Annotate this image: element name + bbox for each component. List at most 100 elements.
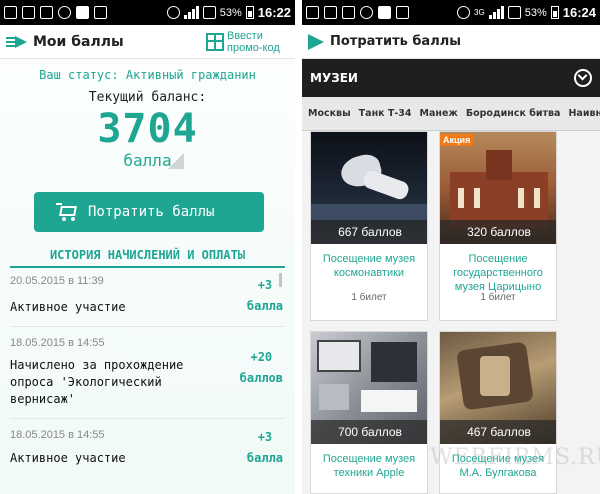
history-date: 18.05.2015 в 14:55 [10,429,105,441]
search-icon [360,6,373,19]
battery-percent: 53% [219,6,242,19]
page-title: Потратить баллы [330,34,461,49]
points-value: +3 [257,278,273,292]
history-points: +20 баллов [240,347,283,389]
mail-icon [342,6,355,19]
corner-decoration [168,153,184,169]
history-description: Начислено за прохождение опроса 'Экологи… [10,358,184,406]
balance-unit-row: балла [0,151,295,171]
promo-badge: Акция [440,134,474,146]
signal-icon [488,6,504,19]
category-selector[interactable]: МУЗЕИ [302,59,600,97]
balance-unit: балла [123,151,172,170]
card-image: 467 баллов [440,332,556,444]
balance-panel: Ваш статус: Активный гражданин Текущий б… [0,59,295,494]
tab-borodino[interactable]: Бородинск битва [466,108,561,119]
back-icon[interactable] [308,33,324,50]
history-description: Активное участие [10,451,126,465]
card-image: 700 баллов [311,332,427,444]
history-title: ИСТОРИЯ НАЧИСЛЕНИЙ И ОПЛАТЫ [49,248,246,262]
promo-code-label: Ввести промо-код [227,29,280,54]
history-date: 20.05.2015 в 11:39 [10,275,104,287]
points-value: +20 [250,350,273,364]
network-type: 3G [474,8,485,17]
spend-points-button[interactable]: Потратить баллы [34,192,264,232]
history-description: Активное участие [10,300,126,314]
sim-icon [202,6,216,19]
user-status: Ваш статус: Активный гражданин [39,68,256,82]
balance-value: 3704 [97,106,198,152]
museum-grid: 667 баллов Посещение музея космонавтики … [302,131,600,494]
spend-points-label: Потратить баллы [88,204,215,220]
balance-label: Текущий баланс: [88,90,207,105]
points-value: +3 [257,430,273,444]
tab-manege[interactable]: Манеж [420,108,458,119]
tab-tank-t34[interactable]: Танк Т-34 [359,108,412,119]
status-right: 3G 53% 16:24 [457,5,596,20]
image-icon [324,6,337,19]
promo-code-button[interactable]: Ввести промо-код [206,30,289,54]
battery-percent: 53% [524,6,547,19]
search-icon [58,6,71,19]
download-icon [396,6,409,19]
signal-icon [183,6,199,19]
list-item[interactable]: 20.05.2015 в 11:39 Активное участие +3 б… [10,271,285,327]
card-price: 467 баллов [440,420,556,444]
gift-icon [206,32,224,51]
download-icon [94,6,107,19]
museum-card[interactable]: 667 баллов Посещение музея космонавтики … [310,131,428,321]
right-screen: 3G 53% 16:24 Потратить баллы МУЗЕИ Москв… [302,0,600,494]
status-bar: 3G 53% 16:24 [302,0,600,25]
menu-icon[interactable] [6,34,28,50]
wifi-icon [457,6,471,19]
history-divider [10,266,285,268]
points-unit: балла [246,299,283,313]
page-title: Мои баллы [33,33,124,50]
clock: 16:22 [257,5,291,20]
card-image: 667 баллов [311,132,427,244]
wifi-icon [166,6,180,19]
list-item[interactable]: 18.05.2015 в 14:55 Начислено за прохожде… [10,327,285,419]
mail-icon [40,6,53,19]
history-date: 18.05.2015 в 14:55 [10,337,105,349]
museum-card[interactable]: Акция 320 баллов Посещение государственн… [439,131,557,321]
card-title: Посещение музея космонавтики [322,253,416,279]
app-bar: Потратить баллы [302,25,600,59]
status-right: 53% 16:22 [166,5,291,20]
scrollbar[interactable] [279,273,282,287]
card-subtitle: 1 билет [351,292,387,303]
app-icon [76,6,89,19]
tab-moscow[interactable]: Москвы [308,108,351,119]
cart-icon [56,203,78,221]
app-bar: Мои баллы Ввести промо-код [0,25,295,59]
card-price: 667 баллов [311,220,427,244]
card-price: 320 баллов [440,220,556,244]
image-icon [22,6,35,19]
history-list[interactable]: 20.05.2015 в 11:39 Активное участие +3 б… [10,271,285,479]
card-image: Акция 320 баллов [440,132,556,244]
left-screen: 53% 16:22 Мои баллы Ввести промо-код Ваш… [0,0,295,494]
list-item[interactable]: 18.05.2015 в 14:55 Активное участие +3 б… [10,419,285,479]
sim-icon [507,6,521,19]
tab-naive[interactable]: Наивн [568,108,600,119]
battery-icon [550,6,559,19]
app-icon [378,6,391,19]
watermark: WEBFIRMS.RU [430,445,600,470]
add-icon [306,6,319,19]
history-points: +3 балла [247,275,283,317]
points-unit: баллов [239,371,283,385]
screen-gap [295,0,302,494]
battery-icon [245,6,254,19]
card-title: Посещение музея техники Apple [322,453,416,479]
museum-card[interactable]: 700 баллов Посещение музея техники Apple [310,331,428,494]
card-title: Посещение государственного музея Царицын… [453,253,543,293]
category-label: МУЗЕИ [310,71,358,85]
status-bar: 53% 16:22 [0,0,295,25]
add-icon [4,6,17,19]
history-points: +3 балла [247,427,283,469]
tab-bar: Москвы Танк Т-34 Манеж Бородинск битва Н… [302,97,600,131]
clock: 16:24 [562,5,596,20]
points-unit: балла [246,451,283,465]
chevron-down-icon[interactable] [574,69,592,87]
card-price: 700 баллов [311,420,427,444]
